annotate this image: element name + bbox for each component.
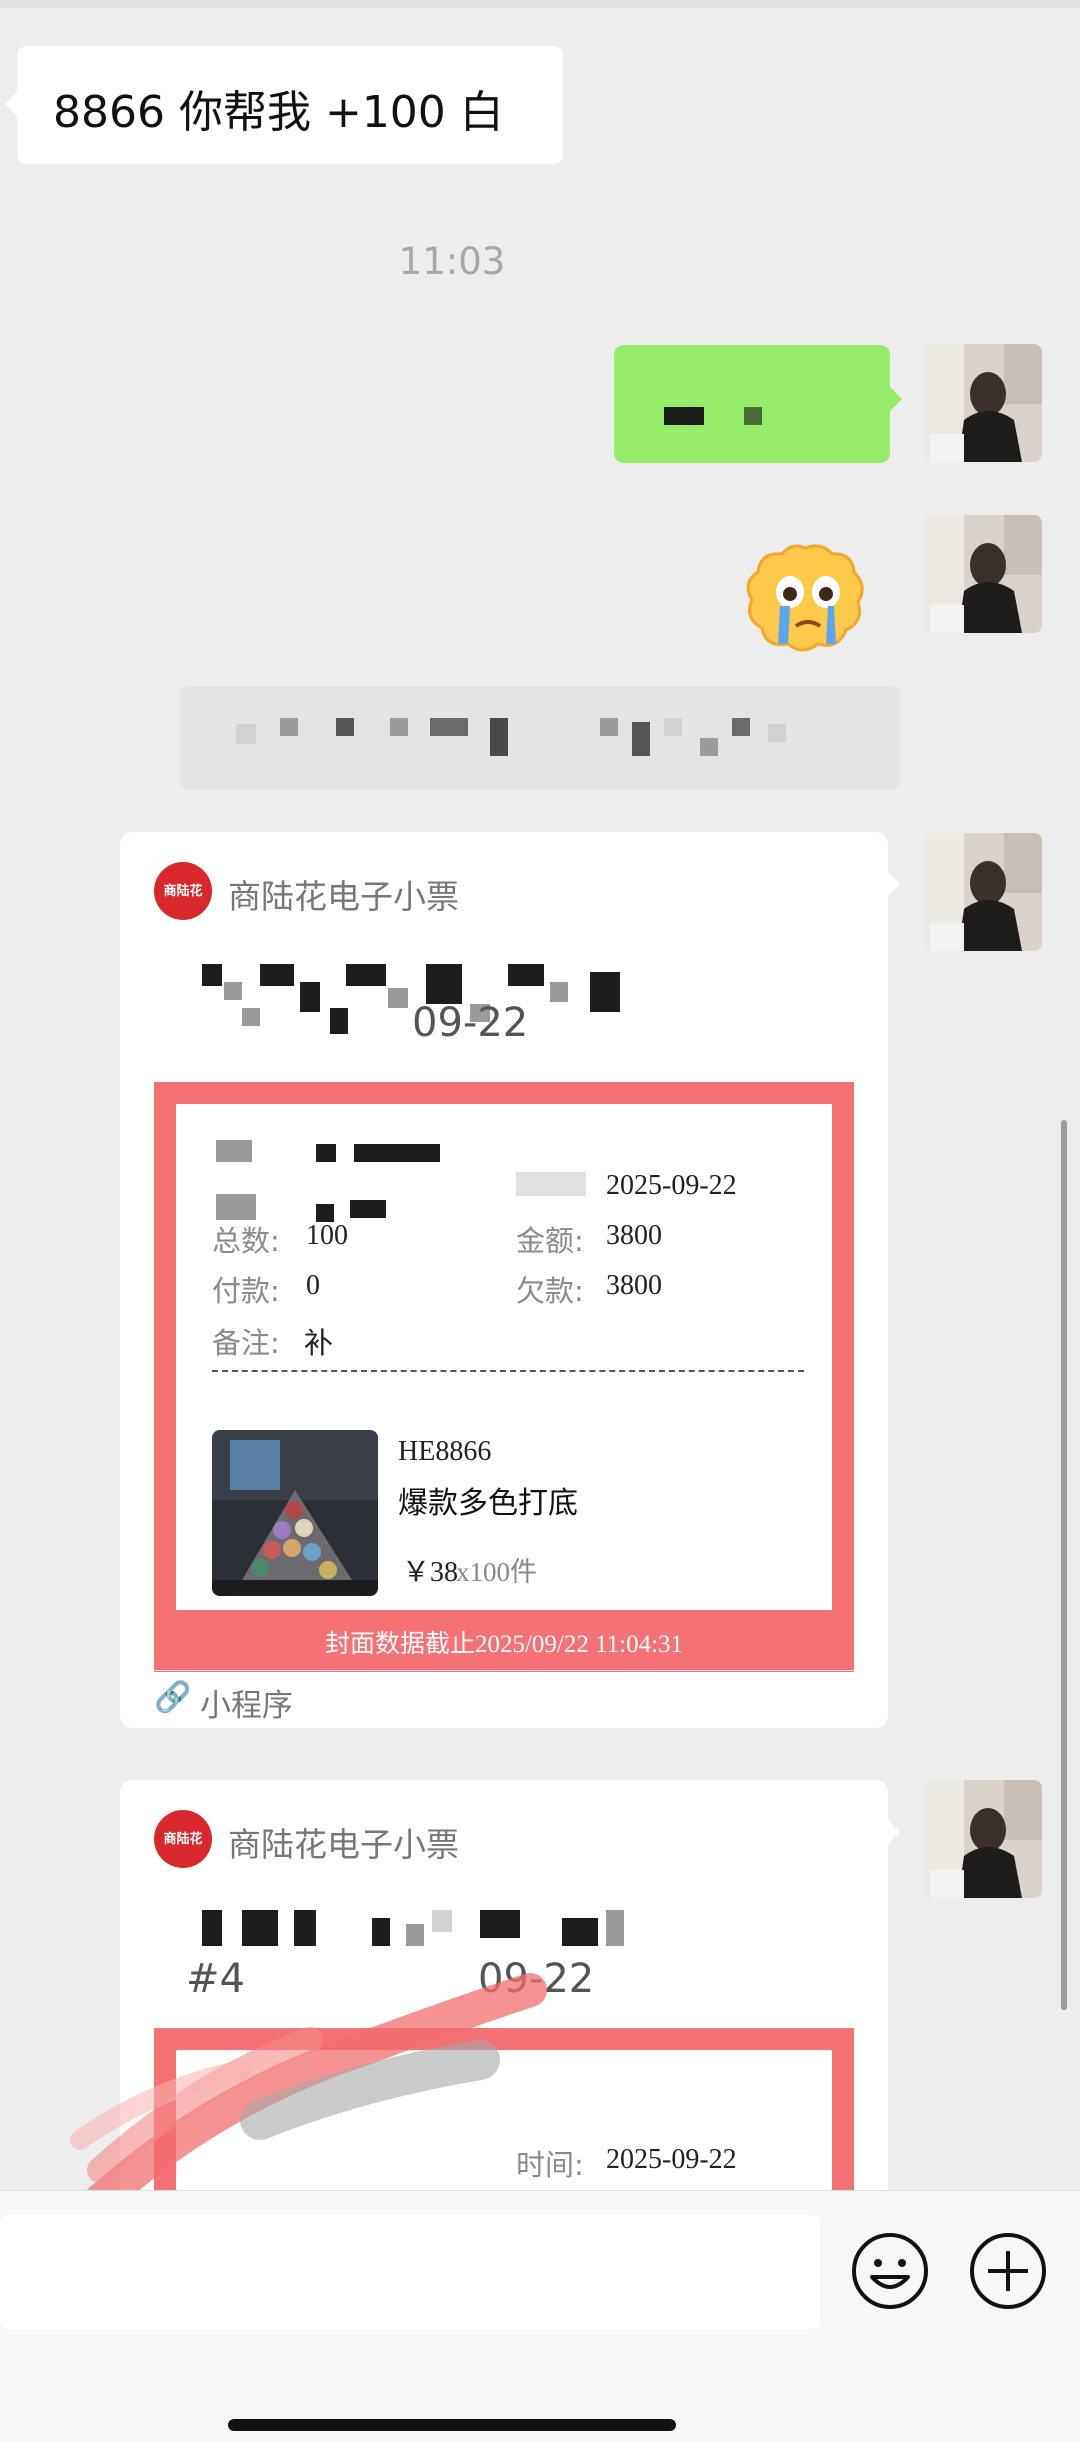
avatar[interactable]: [924, 1780, 1042, 1898]
app-logo: 商陆花: [154, 1810, 212, 1868]
incoming-message-text: 8866 你帮我 +100 白: [53, 87, 504, 138]
pixel-block: [336, 718, 354, 736]
pixel-block: [280, 718, 298, 736]
smiley-icon: [852, 2233, 928, 2309]
product-name: 爆款多色打底: [398, 1486, 578, 1521]
total-qty-value: 100: [306, 1220, 348, 1251]
receipt-time: 2025-09-22: [606, 2144, 737, 2175]
crying-emoji-sticker[interactable]: [740, 540, 870, 660]
avatar-photo: [924, 515, 1042, 633]
receipt-footer: 封面数据截止2025/09/22 11:04:31: [154, 1610, 854, 1672]
pixel-block: [632, 722, 650, 756]
home-indicator: [228, 2419, 676, 2431]
avatar-photo: [924, 833, 1042, 951]
app-name: 商陆花电子小票: [228, 877, 459, 916]
logo-text: 商陆花: [163, 884, 203, 899]
pixel-block: [490, 718, 508, 756]
note-label: 备注:: [212, 1326, 280, 1360]
amount-label: 金额:: [516, 1224, 584, 1258]
note-value: 补: [304, 1326, 334, 1360]
pixelated-message-bubble[interactable]: [180, 686, 900, 790]
pixel-block: [732, 718, 750, 736]
message-input[interactable]: [0, 2215, 820, 2329]
paid-label: 付款:: [212, 1274, 280, 1308]
pixel-block: [768, 724, 786, 742]
owed-value: 3800: [606, 1270, 662, 1301]
product-thumbnail: [212, 1430, 378, 1596]
timestamp: 11:03: [398, 240, 506, 283]
amount-value: 3800: [606, 1220, 662, 1251]
sent-message-bubble[interactable]: [614, 345, 902, 463]
avatar-photo: [924, 344, 1042, 462]
mini-program-label: 小程序: [200, 1688, 293, 1724]
time-label-pixelated: [516, 1172, 586, 1196]
receipt-footer-text: 封面数据截止2025/09/22 11:04:31: [324, 1631, 684, 1658]
plus-button[interactable]: [968, 2231, 1048, 2311]
pixel-block: [236, 724, 256, 744]
product-photo: [212, 1430, 378, 1596]
avatar[interactable]: [924, 515, 1042, 633]
pixelated-title: 09-22: [150, 942, 870, 1046]
plus-circle-icon: [970, 2233, 1046, 2309]
total-qty-label: 总数:: [212, 1224, 280, 1258]
receipt-paper: 2025-09-22 总数: 100 金额: 3800 付款: 0 欠款: 38…: [176, 1104, 832, 1428]
pixel-block: [664, 718, 682, 736]
avatar[interactable]: [924, 833, 1042, 951]
product-quantity: x100件: [456, 1557, 537, 1587]
pixel-block: [430, 718, 468, 736]
pixel-block: [600, 718, 618, 736]
emoji-button[interactable]: [850, 2231, 930, 2311]
mini-program-icon: 🔗: [154, 1680, 192, 1715]
pixelated-text: [664, 407, 704, 425]
app-name: 商陆花电子小票: [228, 1825, 459, 1864]
paid-value: 0: [306, 1270, 320, 1301]
pixelated-text: [744, 407, 762, 425]
mini-program-card[interactable]: 商陆花 商陆花电子小票 09-22 2025-09-22 总数: 100 金额:…: [120, 832, 900, 1728]
receipt-time: 2025-09-22: [606, 1170, 737, 1201]
crying-face-icon: [746, 544, 864, 652]
logo-text: 商陆花: [163, 1832, 203, 1847]
product-price: ￥38: [402, 1557, 459, 1588]
product-code: HE8866: [398, 1436, 492, 1467]
pixel-block: [700, 738, 718, 756]
app-logo: 商陆花: [154, 862, 212, 920]
input-bar: [0, 2190, 1080, 2442]
receipt-frame-side-right: [832, 1400, 854, 1640]
pixel-block: [390, 718, 408, 736]
owed-label: 欠款:: [516, 1274, 584, 1308]
title-date-suffix: 09-22: [412, 1000, 529, 1046]
receipt-frame-side-left: [154, 1400, 176, 1640]
avatar[interactable]: [924, 344, 1042, 462]
dashed-divider: [212, 1370, 804, 1372]
product-row: HE8866 爆款多色打底 ￥38 x100件: [176, 1400, 832, 1610]
avatar-photo: [924, 1780, 1042, 1898]
incoming-message-bubble[interactable]: 8866 你帮我 +100 白: [5, 46, 563, 164]
card-divider: [154, 1670, 854, 1671]
scrollbar[interactable]: [1061, 1120, 1067, 2010]
top-divider: [0, 0, 1080, 8]
